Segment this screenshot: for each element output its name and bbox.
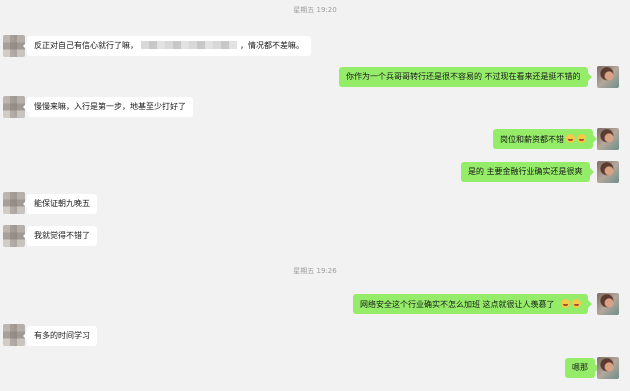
message-text: 岗位和薪资都不错 (500, 135, 564, 144)
message-bubble[interactable]: 你作为一个兵哥哥转行还是很不容易的 不过现在看来还是挺不错的 (339, 67, 592, 87)
message-bubble[interactable]: 网络安全这个行业确实不怎么加班 这点就很让人羡慕了 (353, 294, 592, 314)
avatar[interactable] (597, 293, 619, 315)
message-text: 能保证朝九晚五 (34, 199, 90, 208)
message-bubble[interactable]: 嗯那 (565, 358, 599, 378)
message-text: 网络安全这个行业确实不怎么加班 这点就很让人羡慕了 (360, 300, 555, 309)
avatar[interactable] (3, 192, 25, 214)
grin-emoji-icon (566, 134, 575, 143)
message-text: 反正对自己有信心就行了嘛， (34, 41, 138, 50)
avatar[interactable] (597, 357, 619, 379)
avatar[interactable] (3, 225, 25, 247)
message-text: 慢慢来嘛，入行是第一步，地基至少打好了 (34, 102, 186, 111)
avatar[interactable] (597, 128, 619, 150)
avatar[interactable] (597, 161, 619, 183)
message-bubble[interactable]: 有多的时间学习 (23, 326, 97, 346)
message-bubble[interactable]: 能保证朝九晚五 (23, 194, 97, 214)
message-bubble[interactable]: 是的 主要金融行业确实还是很爽 (461, 162, 594, 182)
timestamp: 星期五 19:20 (293, 6, 337, 14)
message-text: 有多的时间学习 (34, 331, 90, 340)
message-text: ，情况都不差嘛。 (240, 41, 304, 50)
avatar[interactable] (3, 324, 25, 346)
avatar[interactable] (3, 96, 25, 118)
message-bubble[interactable]: 我就觉得不错了 (23, 226, 97, 246)
timestamp: 星期五 19:26 (293, 267, 337, 275)
redacted-text (141, 41, 237, 49)
message-bubble[interactable]: 慢慢来嘛，入行是第一步，地基至少打好了 (23, 97, 193, 117)
avatar[interactable] (597, 66, 619, 88)
grin-emoji-icon (577, 134, 586, 143)
grin-emoji-icon (560, 299, 570, 308)
message-text: 是的 主要金融行业确实还是很爽 (468, 167, 583, 176)
message-text: 你作为一个兵哥哥转行还是很不容易的 不过现在看来还是挺不错的 (346, 72, 581, 81)
message-bubble[interactable]: 岗位和薪资都不错 (493, 129, 597, 149)
avatar[interactable] (3, 35, 25, 57)
grin-emoji-icon (571, 299, 581, 308)
message-text: 我就觉得不错了 (34, 231, 90, 240)
message-text: 嗯那 (572, 363, 588, 372)
message-bubble[interactable]: 反正对自己有信心就行了嘛， ，情况都不差嘛。 (23, 36, 311, 56)
